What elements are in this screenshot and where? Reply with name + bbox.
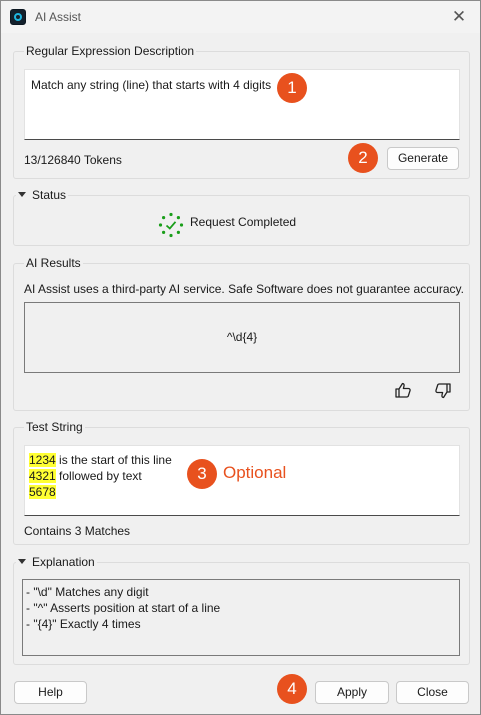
regex-description-label: Regular Expression Description (24, 44, 197, 58)
generate-button[interactable]: Generate (387, 147, 459, 170)
match-summary: Contains 3 Matches (24, 524, 131, 538)
ai-results-group: AI Results AI Assist uses a third-party … (13, 256, 470, 411)
explanation-line: - "{4}" Exactly 4 times (26, 617, 141, 631)
test-line: 1234 is the start of this line (29, 452, 172, 468)
match-highlight: 5678 (29, 485, 56, 499)
regex-description-group: Regular Expression Description Match any… (13, 44, 470, 179)
ai-results-label: AI Results (24, 256, 83, 270)
ai-assist-dialog: AI Assist ✕ Regular Expression Descripti… (0, 0, 481, 715)
status-group: Status Request Completed (13, 188, 470, 246)
close-button[interactable]: Close (396, 681, 469, 704)
explanation-lines: - "\d" Matches any digit - "^" Asserts p… (26, 584, 220, 632)
annotation-badge-3: 3 (187, 459, 217, 489)
window-title: AI Assist (35, 10, 82, 24)
explanation-output[interactable]: - "\d" Matches any digit - "^" Asserts p… (22, 579, 460, 656)
optional-label: Optional (223, 463, 287, 482)
line-text: is the start of this line (55, 453, 172, 467)
help-button[interactable]: Help (14, 681, 87, 704)
apply-button[interactable]: Apply (315, 681, 389, 704)
test-string-label: Test String (24, 420, 85, 434)
triangle-down-icon (18, 192, 26, 197)
line-text: followed by text (55, 469, 142, 483)
thumbs-up-icon[interactable] (394, 381, 412, 399)
description-text: Match any string (line) that starts with… (31, 78, 272, 92)
test-string-input[interactable]: 1234 is the start of this line 4321 foll… (24, 445, 460, 516)
status-label[interactable]: Status (16, 188, 69, 202)
ai-result-regex: ^\d{4} (226, 330, 258, 344)
status-check-icon (158, 212, 184, 238)
ai-result-output[interactable]: ^\d{4} (24, 302, 460, 373)
explanation-line: - "\d" Matches any digit (26, 585, 149, 599)
explanation-label[interactable]: Explanation (16, 555, 97, 569)
close-icon[interactable]: ✕ (446, 5, 472, 29)
test-string-group: Test String 1234 is the start of this li… (13, 420, 470, 545)
explanation-group: Explanation - "\d" Matches any digit - "… (13, 555, 470, 665)
test-line: 4321 followed by text (29, 468, 172, 484)
match-highlight: 4321 (29, 469, 56, 483)
token-count: 13/126840 Tokens (24, 153, 122, 167)
app-icon (10, 9, 26, 25)
thumbs-down-icon[interactable] (434, 382, 452, 400)
annotation-badge-4: 4 (277, 674, 307, 704)
match-highlight: 1234 (29, 453, 56, 467)
status-message: Request Completed (190, 215, 297, 229)
explanation-label-text: Explanation (32, 555, 95, 569)
test-string-lines: 1234 is the start of this line 4321 foll… (29, 452, 172, 500)
ai-disclaimer: AI Assist uses a third-party AI service.… (24, 282, 464, 296)
title-bar: AI Assist ✕ (1, 1, 480, 33)
triangle-down-icon (18, 559, 26, 564)
explanation-line: - "^" Asserts position at start of a lin… (26, 601, 221, 615)
annotation-badge-2: 2 (348, 143, 378, 173)
annotation-badge-1: 1 (277, 73, 307, 103)
status-label-text: Status (32, 188, 67, 202)
description-input[interactable]: Match any string (line) that starts with… (24, 69, 460, 140)
test-line: 5678 (29, 484, 172, 500)
